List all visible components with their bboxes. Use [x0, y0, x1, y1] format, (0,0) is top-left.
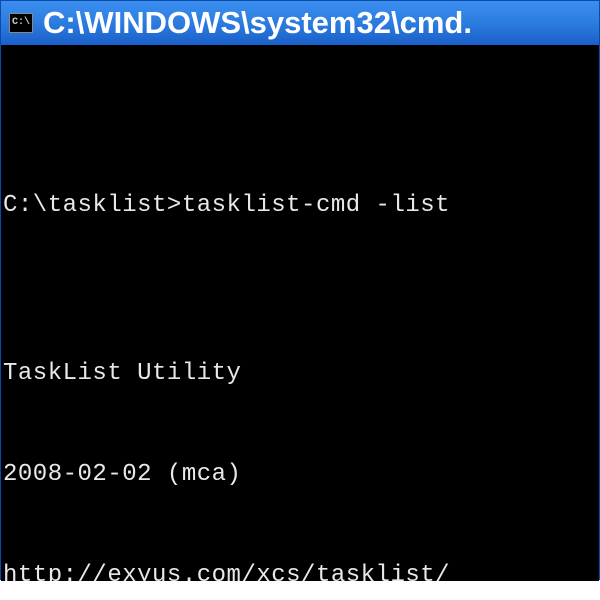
window-titlebar[interactable]: C:\ C:\WINDOWS\system32\cmd.	[1, 1, 599, 45]
terminal-line: 2008-02-02 (mca)	[3, 458, 597, 492]
terminal-line: http://exyus.com/xcs/tasklist/	[3, 559, 597, 581]
terminal-line: C:\tasklist>tasklist-cmd -list	[3, 189, 597, 223]
terminal-line: TaskList Utility	[3, 357, 597, 391]
cmd-icon: C:\	[9, 13, 33, 33]
command-prompt-window: C:\ C:\WINDOWS\system32\cmd. C:\tasklist…	[0, 0, 600, 580]
window-title: C:\WINDOWS\system32\cmd.	[43, 5, 472, 41]
terminal-output[interactable]: C:\tasklist>tasklist-cmd -list TaskList …	[1, 47, 599, 581]
cmd-icon-label: C:\	[12, 18, 30, 28]
